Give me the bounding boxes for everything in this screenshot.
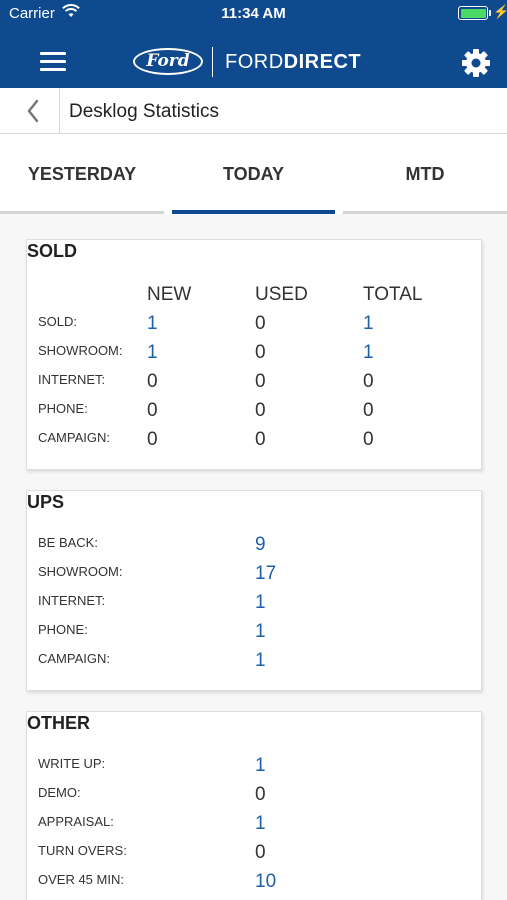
value-total: 0 (363, 429, 374, 450)
tab-mtd[interactable]: MTD (343, 134, 507, 214)
top-bar: Carrier 11:34 AM ⚡ Ford FORDDIRECT (0, 0, 507, 88)
page-header: Desklog Statistics (0, 88, 507, 134)
row-label: INTERNET: (38, 593, 106, 608)
row-value: 1 (255, 592, 266, 613)
value-total: 0 (363, 371, 374, 392)
value-new: 0 (147, 400, 158, 421)
row-label: CAMPAIGN: (38, 651, 110, 666)
tab-yesterday[interactable]: YESTERDAY (0, 134, 164, 214)
row-value: 17 (255, 563, 277, 584)
logo-text-light: FORD (225, 51, 284, 73)
tab-label: MTD (405, 164, 445, 184)
column-header-used: USED (255, 284, 308, 305)
battery-icon (458, 6, 488, 20)
card-title: OTHER (27, 713, 90, 733)
ford-direct-logo-text: FORDDIRECT (225, 51, 361, 74)
value-total: 1 (363, 313, 374, 334)
value-used: 0 (255, 400, 266, 421)
ups-card: UPS BE BACK: 9 SHOWROOM: 17 INTERNET: 1 … (26, 490, 482, 691)
tab-label: TODAY (222, 164, 285, 184)
period-tabs: YESTERDAY TODAY MTD (0, 134, 507, 214)
column-header-total: TOTAL (363, 284, 423, 305)
row-label: PHONE: (38, 622, 88, 637)
row-label: WRITE UP: (38, 756, 106, 771)
value-used: 0 (255, 429, 266, 450)
row-value: 10 (255, 871, 277, 892)
value-used: 0 (255, 313, 266, 334)
tab-underline (0, 211, 164, 214)
row-label: SOLD: (38, 314, 78, 329)
row-label: BE BACK: (38, 535, 98, 550)
value-used: 0 (255, 371, 266, 392)
row-label: SHOWROOM: (38, 564, 123, 579)
battery-tip (489, 10, 491, 16)
row-value: 1 (255, 813, 266, 834)
row-label: DEMO: (38, 785, 81, 800)
row-value: 9 (255, 534, 266, 555)
settings-gear-icon[interactable] (460, 47, 492, 79)
row-value: 1 (255, 621, 266, 642)
row-label: PHONE: (38, 401, 88, 416)
row-label: INTERNET: (38, 372, 106, 387)
row-value: 0 (255, 842, 266, 863)
value-new: 0 (147, 429, 158, 450)
row-value: 0 (255, 784, 266, 805)
row-value: 1 (255, 755, 266, 776)
tab-today[interactable]: TODAY (172, 134, 335, 214)
tab-underline-active (172, 210, 335, 214)
logo-divider (212, 47, 213, 77)
tab-label: YESTERDAY (27, 164, 137, 184)
other-card: OTHER WRITE UP: 1 DEMO: 0 APPRAISAL: 1 T… (26, 711, 482, 900)
card-title: SOLD (27, 241, 78, 261)
value-total: 0 (363, 400, 374, 421)
menu-icon[interactable] (40, 52, 66, 72)
status-time: 11:34 AM (221, 5, 286, 22)
chevron-left-icon (27, 99, 39, 123)
row-value: 1 (255, 650, 266, 671)
sold-card: SOLD NEW USED TOTAL SOLD: 1 0 1 SHOWROOM… (26, 239, 482, 470)
row-label: TURN OVERS: (38, 843, 127, 858)
row-label: APPRAISAL: (38, 814, 114, 829)
back-button[interactable] (0, 88, 60, 134)
value-new: 1 (147, 313, 158, 334)
value-new: 1 (147, 342, 158, 363)
charging-icon: ⚡ (493, 4, 507, 19)
logo-text-bold: DIRECT (283, 51, 362, 73)
row-label: CAMPAIGN: (38, 430, 110, 445)
column-header-new: NEW (147, 284, 192, 305)
tab-underline (343, 211, 507, 214)
page-title: Desklog Statistics (69, 101, 219, 122)
card-title: UPS (27, 492, 65, 512)
value-total: 1 (363, 342, 374, 363)
value-used: 0 (255, 342, 266, 363)
ford-logo: Ford (133, 48, 203, 75)
row-label: OVER 45 MIN: (38, 872, 124, 887)
value-new: 0 (147, 371, 158, 392)
row-label: SHOWROOM: (38, 343, 123, 358)
